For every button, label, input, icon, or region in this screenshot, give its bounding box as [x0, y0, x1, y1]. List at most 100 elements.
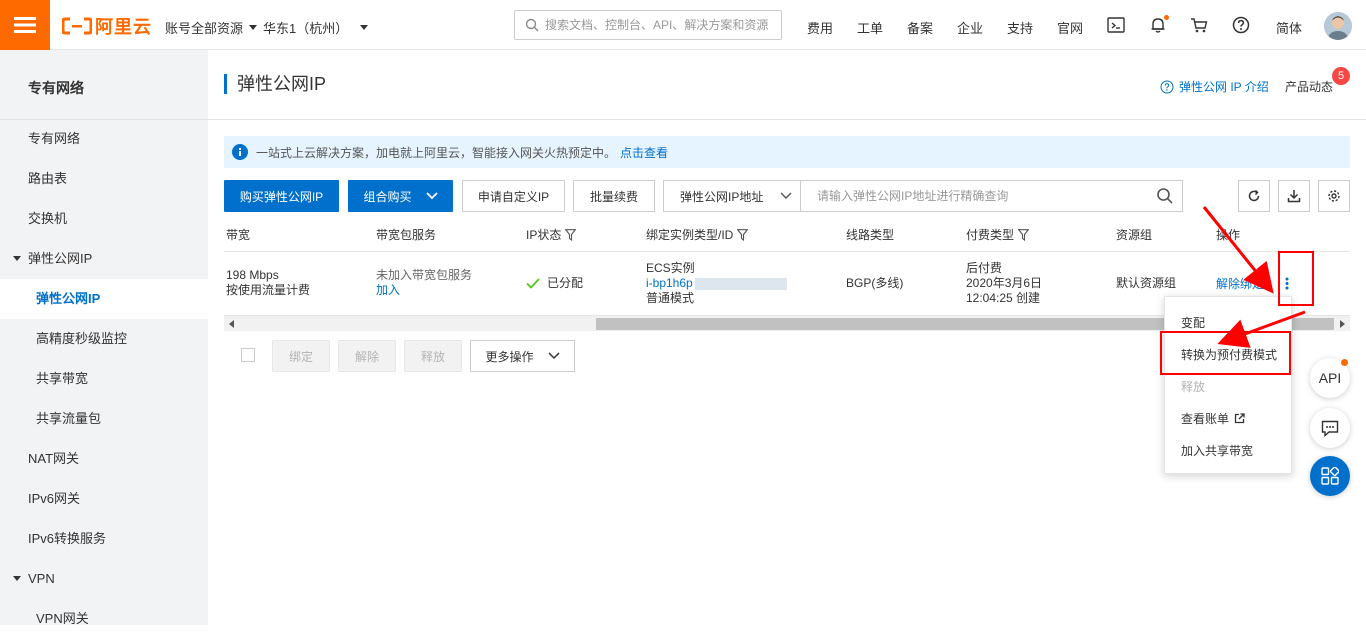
aliyun-logo[interactable]: 阿里云	[62, 13, 152, 39]
sidebar-group-vpn[interactable]: VPN	[0, 559, 208, 599]
search-icon	[525, 18, 539, 32]
info-icon	[232, 144, 248, 160]
package-status: 未加入带宽包服务	[376, 268, 473, 282]
filter-search-button[interactable]	[1148, 187, 1182, 205]
nav-icp[interactable]: 备案	[907, 18, 933, 37]
avatar-icon	[1324, 12, 1352, 40]
sidebar-item-ipv6-gateway[interactable]: IPv6网关	[0, 479, 208, 519]
sidebar-item-hires-monitor[interactable]: 高精度秒级监控	[0, 319, 208, 359]
chat-icon	[1321, 420, 1339, 437]
header-divider	[208, 119, 1366, 120]
account-scope-dropdown[interactable]: 账号全部资源	[165, 18, 258, 37]
resource-group-value: 默认资源组	[1116, 276, 1177, 290]
filter-icon[interactable]	[565, 228, 577, 241]
instance-type: ECS实例	[646, 261, 695, 275]
region-label: 华东1（杭州）	[263, 21, 349, 36]
filter-type-select[interactable]: 弹性公网IP地址	[664, 181, 801, 211]
menu-item-release: 释放	[1181, 380, 1206, 394]
notice-link[interactable]: 点击查看	[620, 144, 668, 161]
select-all-checkbox[interactable]	[241, 348, 255, 362]
nav-official-site[interactable]: 官网	[1057, 18, 1083, 37]
sidebar-item-vswitch[interactable]: 交换机	[0, 199, 208, 239]
more-operations-button[interactable]: 更多操作	[470, 340, 575, 372]
account-scope-label: 账号全部资源	[165, 21, 244, 36]
sidebar-item-label: 共享带宽	[36, 371, 89, 386]
nav-tickets[interactable]: 工单	[857, 18, 883, 37]
chevron-down-icon	[547, 352, 560, 360]
col-instance: 绑定实例类型/ID	[646, 226, 749, 243]
brand-name: 阿里云	[95, 17, 152, 37]
column-label: 操作	[1216, 228, 1241, 242]
sidebar-item-nat[interactable]: NAT网关	[0, 439, 208, 479]
release-button[interactable]: 释放	[404, 340, 462, 372]
combo-buy-button[interactable]: 组合购买	[348, 180, 453, 212]
highlight-convert-item	[1160, 331, 1291, 375]
sidebar-item-shared-bandwidth[interactable]: 共享带宽	[0, 359, 208, 399]
bind-button[interactable]: 绑定	[272, 340, 330, 372]
menu-item-join-shared-bandwidth[interactable]: 加入共享带宽	[1181, 442, 1253, 459]
created-date: 2020年3月6日	[966, 276, 1043, 290]
sidebar-item-label: 路由表	[28, 171, 68, 186]
instance-mode: 普通模式	[646, 291, 695, 305]
unbind-link[interactable]: 解除绑定	[1216, 277, 1264, 292]
combo-buy-label: 组合购买	[363, 189, 412, 204]
download-icon	[1287, 190, 1301, 203]
sidebar-item-label: 专有网络	[28, 131, 81, 146]
hamburger-icon	[14, 17, 36, 33]
unbind-button[interactable]: 解除	[338, 340, 396, 372]
chat-float-button[interactable]	[1310, 408, 1350, 448]
region-dropdown[interactable]: 华东1（杭州）	[263, 18, 369, 37]
menu-item-modify[interactable]: 变配	[1181, 314, 1205, 331]
col-bandwidth-package: 带宽包服务	[376, 226, 436, 243]
global-search[interactable]	[514, 10, 782, 40]
cell-bandwidth-package: 未加入带宽包服务 加入	[376, 268, 472, 298]
sidebar-item-route-table[interactable]: 路由表	[0, 159, 208, 199]
sidebar-item-ipv6-translation[interactable]: IPv6转换服务	[0, 519, 208, 559]
api-label: API	[1318, 370, 1342, 386]
notice-banner: 一站式上云解决方案，加电就上阿里云，智能接入网关火热预定中。 点击查看	[224, 136, 1350, 168]
user-avatar[interactable]	[1324, 12, 1352, 40]
filter-input[interactable]	[801, 181, 1148, 211]
language-switch[interactable]: 简体	[1276, 18, 1302, 37]
col-resource-group: 资源组	[1116, 226, 1152, 243]
help-icon[interactable]	[1231, 15, 1251, 35]
product-news-link[interactable]: 产品动态	[1285, 78, 1333, 95]
redacted-instance-id	[694, 277, 787, 290]
column-label: IP状态	[526, 228, 562, 242]
nav-billing[interactable]: 费用	[807, 18, 833, 37]
batch-renew-button[interactable]: 批量续费	[573, 180, 655, 212]
add-to-package-link[interactable]: 加入	[376, 283, 472, 298]
view-bill-label: 查看账单	[1181, 412, 1230, 426]
apps-grid-icon	[1321, 467, 1339, 485]
sidebar-item-shared-traffic[interactable]: 共享流量包	[0, 399, 208, 439]
refresh-button[interactable]	[1238, 180, 1270, 212]
api-notification-dot	[1341, 359, 1348, 366]
column-label: 绑定实例类型/ID	[646, 228, 734, 242]
sidebar-item-vpn-gateway[interactable]: VPN网关	[0, 599, 208, 639]
apply-custom-ip-button[interactable]: 申请自定义IP	[462, 180, 565, 212]
settings-button[interactable]	[1318, 180, 1350, 212]
export-button[interactable]	[1278, 180, 1310, 212]
filter-icon[interactable]	[737, 228, 749, 241]
nav-support[interactable]: 支持	[1007, 18, 1033, 37]
nav-enterprise[interactable]: 企业	[957, 18, 983, 37]
filter-icon[interactable]	[1018, 228, 1030, 241]
cell-bandwidth: 198 Mbps 按使用流量计费	[226, 268, 310, 298]
cart-icon[interactable]	[1189, 15, 1209, 35]
sidebar-item-eip[interactable]: 弹性公网IP	[0, 279, 208, 319]
menu-item-view-bill[interactable]: 查看账单	[1181, 410, 1245, 427]
sidebar-item-vpc[interactable]: 专有网络	[0, 119, 208, 159]
buy-eip-button[interactable]: 购买弹性公网IP	[224, 180, 339, 212]
menu-toggle-button[interactable]	[0, 0, 50, 50]
column-label: 资源组	[1116, 228, 1153, 242]
col-actions: 操作	[1216, 226, 1240, 243]
sidebar: 专有网络 专有网络 路由表 交换机 弹性公网IP 弹性公网IP 高精度秒级监控 …	[0, 50, 208, 626]
global-search-input[interactable]	[545, 18, 775, 32]
eip-intro-link[interactable]: 弹性公网 IP 介绍	[1160, 78, 1269, 95]
sidebar-item-label: 高精度秒级监控	[36, 331, 128, 346]
apps-float-button[interactable]	[1310, 456, 1350, 496]
terminal-icon[interactable]	[1106, 15, 1126, 35]
column-label: 带宽	[226, 228, 251, 242]
sidebar-group-eip[interactable]: 弹性公网IP	[0, 239, 208, 279]
instance-id-link[interactable]: i-bp1h6p	[646, 276, 693, 291]
